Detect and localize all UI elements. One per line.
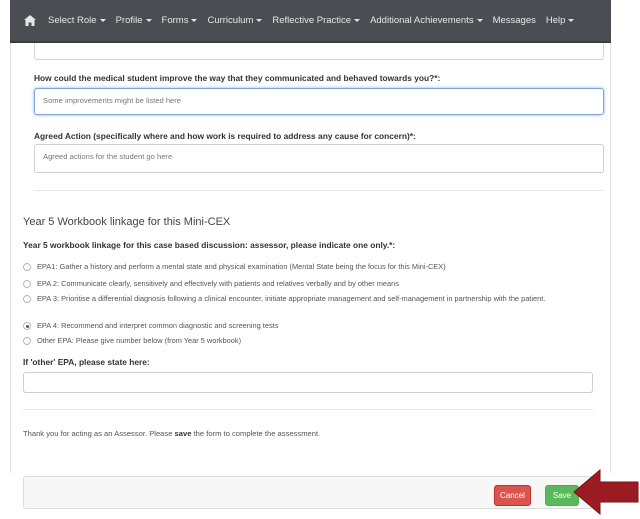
radio-button[interactable] [23,280,31,288]
nav-curriculum[interactable]: Curriculum [207,15,263,26]
divider [34,190,604,191]
caret-down-icon [145,19,152,22]
form-footer: Cancel Save [23,476,593,509]
radio-option-epa4[interactable]: EPA 4: Recommend and interpret common di… [23,321,583,331]
linkage-question-label: Year 5 workbook linkage for this case ba… [23,240,396,250]
home-icon[interactable] [24,15,36,26]
caret-down-icon [256,19,263,22]
radio-button[interactable] [23,263,31,271]
caret-down-icon [354,19,361,22]
nav-reflective-practice[interactable]: Reflective Practice [272,15,361,26]
agreed-action-label: Agreed Action (specifically where and ho… [34,131,416,141]
radio-option-epa1[interactable]: EPA1: Gather a history and perform a men… [23,262,583,272]
caret-down-icon [99,19,106,22]
improve-input[interactable]: Some improvements might be listed here [34,88,604,115]
nav-select-role[interactable]: Select Role [48,15,106,26]
radio-button-selected[interactable] [23,322,31,330]
radio-option-epa3[interactable]: EPA 3: Prioritise a differential diagnos… [23,294,583,304]
caret-down-icon [191,19,198,22]
section-heading: Year 5 Workbook linkage for this Mini-CE… [23,216,231,228]
improve-question-label: How could the medical student improve th… [34,73,441,83]
other-epa-label: If 'other' EPA, please state here: [23,357,150,367]
divider [23,409,593,410]
caret-down-icon [476,19,483,22]
top-navbar: Select Role Profile Forms Curriculum Ref… [10,0,611,43]
nav-help[interactable]: Help [546,15,575,26]
cancel-button[interactable]: Cancel [494,485,531,506]
radio-option-other[interactable]: Other EPA: Please give number below (fro… [23,336,583,346]
pointer-arrow-icon [573,468,639,516]
agreed-action-input[interactable]: Agreed actions for the student go here [34,144,604,173]
nav-additional-achievements[interactable]: Additional Achievements [370,15,483,26]
caret-down-icon [568,19,575,22]
other-epa-input[interactable] [23,372,593,393]
previous-text-field[interactable] [34,43,604,60]
nav-forms[interactable]: Forms [162,15,198,26]
radio-option-epa2[interactable]: EPA 2: Communicate clearly, sensitively … [23,279,583,289]
radio-button[interactable] [23,295,31,303]
nav-messages[interactable]: Messages [493,15,536,26]
nav-profile[interactable]: Profile [116,15,152,26]
radio-button[interactable] [23,337,31,345]
thank-you-text: Thank you for acting as an Assessor. Ple… [23,429,321,438]
